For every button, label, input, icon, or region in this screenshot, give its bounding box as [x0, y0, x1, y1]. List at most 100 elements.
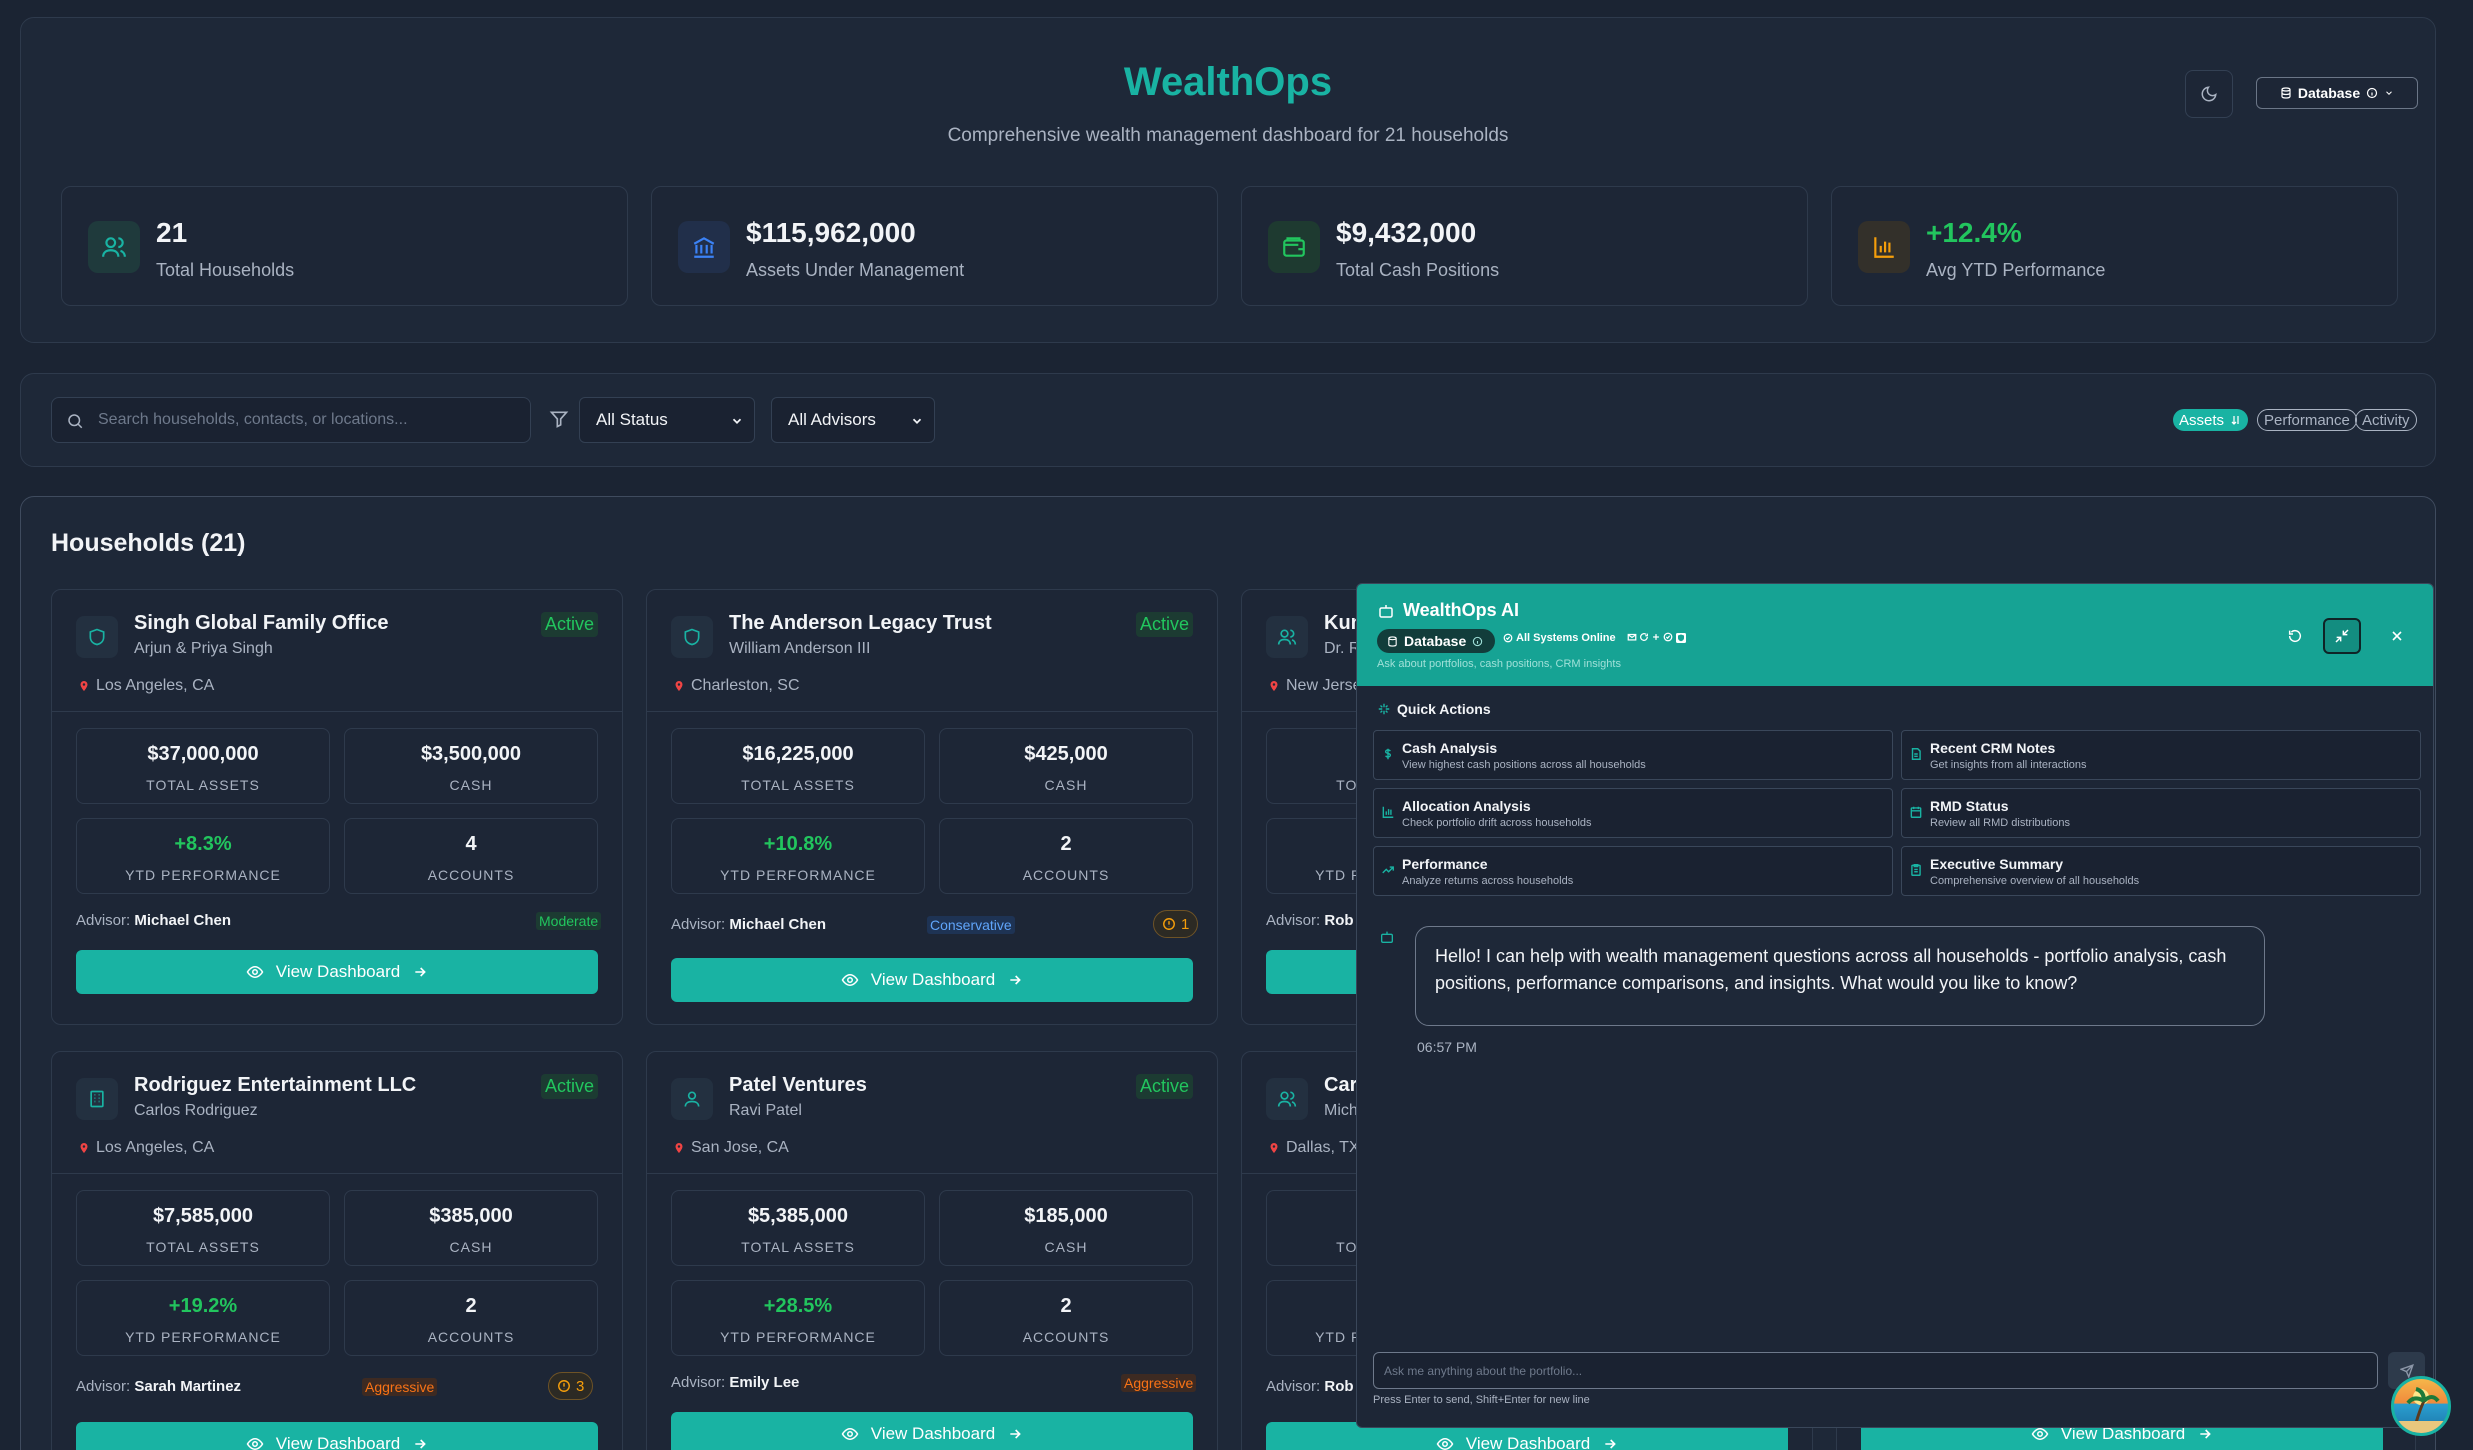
metric-value: $385,000: [429, 1205, 513, 1227]
view-dashboard-button[interactable]: View Dashboard: [671, 958, 1193, 1002]
message-timestamp: 06:57 PM: [1417, 1039, 1477, 1055]
eye-icon: [1436, 1437, 1454, 1450]
arrow-right-icon: [2200, 1429, 2212, 1439]
chat-input[interactable]: [1374, 1353, 2377, 1388]
quick-action-rmd-status[interactable]: RMD Status Review all RMD distributions: [1901, 788, 2421, 838]
household-card: Rodriguez Entertainment LLC Carlos Rodri…: [51, 1051, 623, 1450]
user-avatar[interactable]: [2391, 1376, 2451, 1436]
search-icon: [68, 414, 83, 429]
household-name[interactable]: Singh Global Family Office: [134, 612, 388, 635]
alert-badge[interactable]: 1: [1153, 910, 1199, 938]
eye-icon: [841, 973, 859, 987]
database-icon: [2281, 87, 2291, 99]
status-badge: Active: [1135, 1074, 1193, 1099]
search-box[interactable]: [51, 397, 531, 443]
advisor-prefix: Advisor:: [671, 916, 726, 933]
metric-value: +8.3%: [174, 833, 232, 855]
household-name[interactable]: Patel Ventures: [729, 1074, 867, 1097]
risk-badge: Moderate: [536, 912, 602, 930]
chat-database-badge[interactable]: Database: [1377, 629, 1495, 653]
advisor-name: Rob: [1324, 912, 1354, 929]
sort-icon: [2231, 416, 2239, 425]
advisor-prefix: Advisor:: [76, 912, 131, 929]
metric-total-assets: $37,000,000 TOTAL ASSETS: [76, 728, 330, 804]
alert-count: 3: [576, 1377, 585, 1395]
view-performance-button[interactable]: Performance: [2257, 409, 2357, 431]
info-icon: [1473, 636, 1483, 646]
arrow-right-icon: [1010, 1429, 1022, 1439]
stat-label: Total Households: [156, 260, 295, 280]
advisor-prefix: Advisor:: [1266, 1378, 1321, 1395]
theme-toggle-button[interactable]: [2185, 70, 2233, 118]
quick-action-crm-notes[interactable]: Recent CRM Notes Get insights from all i…: [1901, 730, 2421, 780]
quick-actions-label: Quick Actions: [1397, 701, 1491, 717]
minimize-chat-button[interactable]: [2323, 618, 2361, 654]
quick-action-executive-summary[interactable]: Executive Summary Comprehensive overview…: [1901, 846, 2421, 896]
metric-total-assets: $7,585,000 TOTAL ASSETS: [76, 1190, 330, 1266]
database-icon: [1388, 635, 1397, 647]
advisor-prefix: Advisor:: [671, 1374, 726, 1391]
view-dashboard-label: View Dashboard: [275, 962, 401, 981]
map-pin-icon: [1270, 681, 1278, 691]
app-title: WealthOps: [1123, 60, 1333, 104]
send-icon: [2399, 1363, 2414, 1378]
close-chat-button[interactable]: [2378, 618, 2416, 654]
status-select-value: All Status: [596, 410, 668, 429]
moon-icon: [2201, 86, 2217, 102]
metric-value: 2: [1060, 1295, 1072, 1317]
advisor: Advisor: Rob: [1266, 912, 1354, 929]
reset-chat-button[interactable]: [2276, 618, 2314, 654]
household-name[interactable]: The Anderson Legacy Trust: [729, 612, 992, 635]
status-select[interactable]: All Status: [579, 397, 755, 443]
risk-badge: Conservative: [927, 916, 1015, 934]
arrow-right-icon: [1010, 975, 1022, 985]
advisor-select[interactable]: All Advisors: [771, 397, 935, 443]
quick-action-desc: Comprehensive overview of all households: [1930, 875, 2140, 887]
quick-action-desc: Check portfolio drift across households: [1402, 817, 1592, 829]
metric-value: +28.5%: [763, 1295, 833, 1317]
view-dashboard-button[interactable]: View Dashboard: [76, 950, 598, 994]
map-pin-icon: [80, 681, 88, 691]
bot-icon: [1381, 931, 1393, 943]
household-name[interactable]: Car: [1324, 1074, 1357, 1097]
stat-value: $115,962,000: [746, 217, 916, 248]
search-input[interactable]: [98, 398, 518, 442]
quick-action-cash-analysis[interactable]: Cash Analysis View highest cash position…: [1373, 730, 1893, 780]
note-icon: [1911, 748, 1921, 760]
database-selector[interactable]: Database: [2256, 77, 2418, 109]
view-dashboard-button[interactable]: View Dashboard: [76, 1422, 598, 1450]
advisor-name: Sarah Martinez: [134, 1378, 242, 1395]
quick-action-title: Cash Analysis: [1402, 740, 1498, 756]
chat-input-box[interactable]: [1373, 1352, 2378, 1389]
view-activity-button[interactable]: Activity: [2355, 409, 2417, 431]
users-icon: [1266, 1078, 1308, 1120]
chat-header: WealthOps AI Database All Systems Online…: [1357, 584, 2433, 686]
chat-footer-hint: Press Enter to send, Shift+Enter for new…: [1373, 1394, 1590, 1406]
household-name[interactable]: Rodriguez Entertainment LLC: [134, 1074, 416, 1097]
dollar-icon: [1384, 748, 1392, 760]
divider: [647, 1173, 1217, 1174]
alert-circle-icon: [1163, 918, 1175, 930]
mail-icon: [1627, 633, 1637, 641]
database-label: Database: [2297, 85, 2361, 101]
eye-icon: [246, 965, 264, 979]
arrow-right-icon: [1605, 1439, 1617, 1449]
quick-action-performance[interactable]: Performance Analyze returns across house…: [1373, 846, 1893, 896]
view-assets-button[interactable]: Assets: [2173, 409, 2249, 431]
household-location: Los Angeles, CA: [78, 1139, 214, 1157]
metric-value: $3,500,000: [420, 743, 522, 765]
view-dashboard-button[interactable]: View Dashboard: [671, 1412, 1193, 1450]
metric-label: CASH: [449, 1239, 493, 1255]
stat-label: Avg YTD Performance: [1926, 260, 2106, 280]
bot-icon: [1379, 605, 1393, 618]
metric-value: $185,000: [1024, 1205, 1108, 1227]
household-location: New Jerse: [1268, 677, 1362, 695]
clipboard-icon: [1911, 864, 1921, 876]
alert-badge[interactable]: 3: [548, 1372, 594, 1400]
metric-ytd: +8.3% YTD PERFORMANCE: [76, 818, 330, 894]
plus-icon: [1652, 634, 1659, 640]
metric-value: 2: [465, 1295, 477, 1317]
advisor-name: Emily Lee: [729, 1374, 800, 1391]
metric-label: TOTAL ASSETS: [741, 1239, 855, 1255]
quick-action-allocation[interactable]: Allocation Analysis Check portfolio drif…: [1373, 788, 1893, 838]
